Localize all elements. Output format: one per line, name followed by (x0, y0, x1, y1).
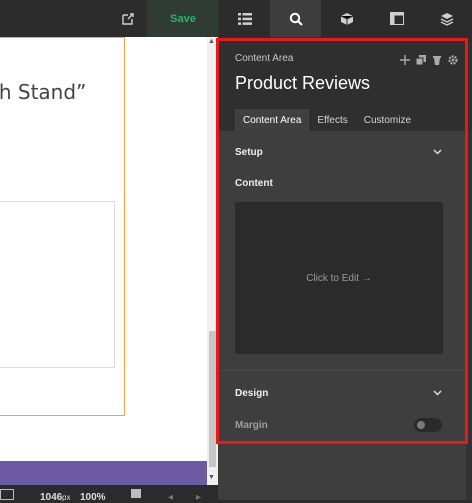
design-section-title[interactable]: Design (235, 388, 268, 399)
selected-content-area[interactable]: th Stand” (0, 37, 125, 416)
bottom-status-bar: 1046 px 100% ◂ ▸ (0, 485, 220, 503)
panel-scrollbar[interactable] (466, 131, 472, 500)
scroll-down-icon[interactable]: ▼ (208, 474, 215, 481)
chevron-down-icon[interactable] (433, 388, 442, 399)
top-toolbar: Save (0, 0, 472, 37)
canvas-scrollbar[interactable]: ▲ ▼ (207, 37, 218, 485)
gear-icon[interactable] (448, 52, 458, 70)
zoom-level: 100% (80, 492, 106, 503)
save-button[interactable]: Save (147, 0, 219, 37)
margin-toggle[interactable] (414, 418, 442, 432)
reviews-placeholder-box (0, 201, 115, 368)
panel-tabs: Content Area Effects Customize (235, 109, 419, 132)
list-icon[interactable] (219, 0, 270, 37)
page-canvas[interactable]: th Stand” (0, 37, 207, 485)
edit-placeholder-text: Click to Edit → (306, 272, 372, 284)
undo-icon[interactable]: ◂ (168, 492, 173, 503)
tab-content-area[interactable]: Content Area (235, 109, 310, 132)
width-value: 1046 (40, 492, 63, 503)
redo-icon[interactable]: ▸ (196, 492, 201, 503)
properties-panel: Content Area Product Reviews Content Are… (218, 37, 472, 500)
width-unit: px (62, 493, 71, 502)
preview-icon[interactable] (131, 489, 141, 498)
product-heading: th Stand” (0, 80, 87, 104)
toggle-knob (417, 421, 425, 429)
panel-header: Content Area Product Reviews Content Are… (218, 37, 472, 132)
tab-customize[interactable]: Customize (356, 109, 419, 132)
content-label: Content (235, 178, 273, 189)
search-icon[interactable] (270, 0, 321, 37)
tab-effects[interactable]: Effects (309, 109, 355, 132)
layers-icon[interactable] (422, 0, 472, 37)
setup-section-title[interactable]: Setup (235, 147, 263, 158)
layout-icon[interactable] (372, 0, 422, 37)
external-link-icon[interactable] (117, 0, 139, 37)
trash-icon[interactable] (432, 52, 442, 70)
duplicate-icon[interactable] (415, 52, 426, 70)
element-type-label: Content Area (235, 53, 294, 64)
scrollbar-thumb[interactable] (209, 331, 216, 467)
click-to-edit-box[interactable]: Click to Edit → (235, 202, 443, 354)
chevron-down-icon[interactable] (433, 147, 442, 158)
move-icon[interactable] (400, 52, 410, 70)
device-icon[interactable] (0, 489, 14, 500)
section-divider (218, 370, 472, 371)
purple-section-band (0, 461, 207, 485)
scroll-up-icon[interactable]: ▲ (208, 38, 215, 45)
cube-icon[interactable] (321, 0, 372, 37)
panel-actions (400, 52, 458, 70)
margin-label: Margin (235, 420, 268, 431)
panel-title: Product Reviews (235, 73, 371, 93)
